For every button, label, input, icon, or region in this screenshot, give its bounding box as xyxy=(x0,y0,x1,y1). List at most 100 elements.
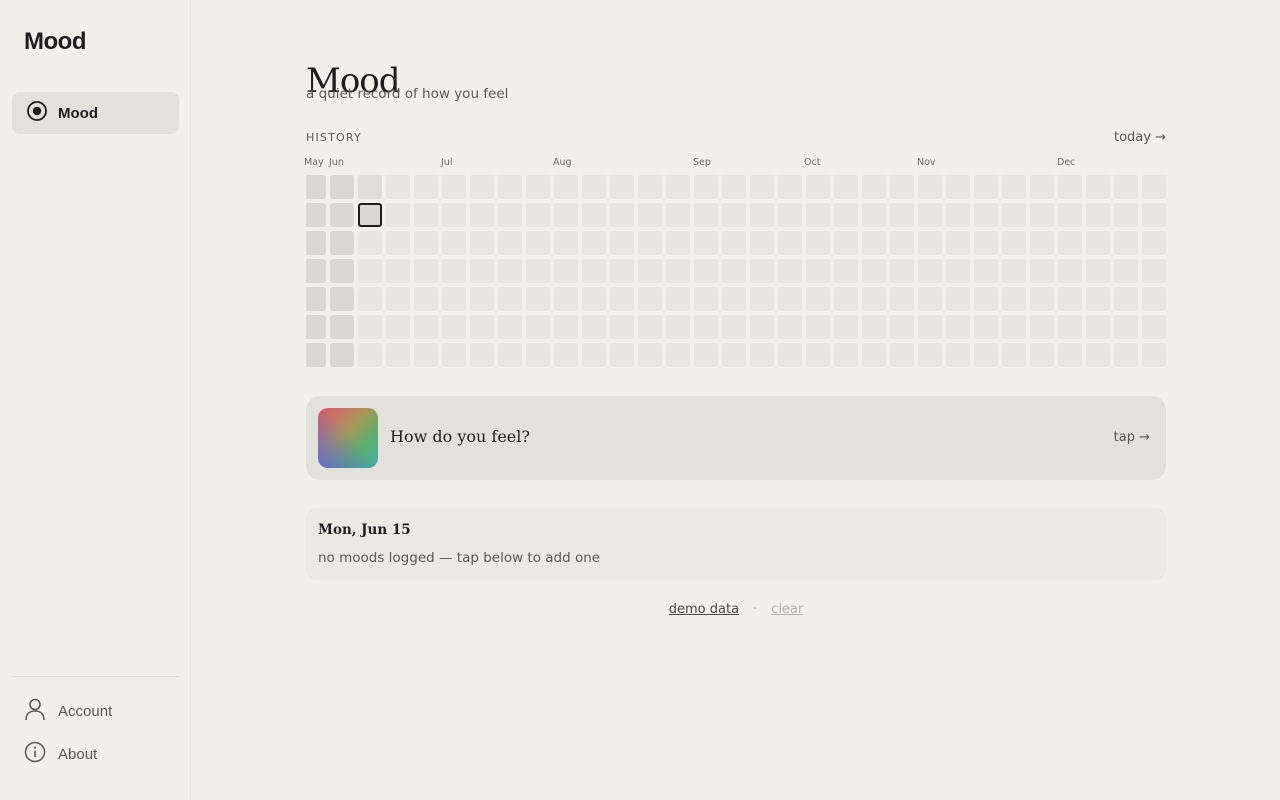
history-cell[interactable] xyxy=(358,287,382,311)
history-cell[interactable] xyxy=(666,315,690,339)
history-cell[interactable] xyxy=(610,315,634,339)
history-cell[interactable] xyxy=(750,315,774,339)
history-cell[interactable] xyxy=(610,203,634,227)
history-cell[interactable] xyxy=(1114,203,1138,227)
history-cell[interactable] xyxy=(806,203,830,227)
history-cell[interactable] xyxy=(638,315,662,339)
history-cell[interactable] xyxy=(1002,231,1026,255)
history-cell[interactable] xyxy=(694,343,718,367)
history-cell[interactable] xyxy=(1086,175,1110,199)
history-cell[interactable] xyxy=(386,343,410,367)
history-cell[interactable] xyxy=(414,231,438,255)
history-cell[interactable] xyxy=(750,259,774,283)
history-cell[interactable] xyxy=(414,259,438,283)
history-cell[interactable] xyxy=(918,175,942,199)
sidebar-link-about[interactable]: About xyxy=(24,741,97,767)
history-cell[interactable] xyxy=(890,259,914,283)
history-cell[interactable] xyxy=(862,287,886,311)
history-cell[interactable] xyxy=(890,175,914,199)
history-cell[interactable] xyxy=(834,175,858,199)
history-cell[interactable] xyxy=(918,343,942,367)
history-cell[interactable] xyxy=(1002,175,1026,199)
history-cell[interactable] xyxy=(1114,259,1138,283)
history-cell[interactable] xyxy=(722,343,746,367)
history-cell[interactable] xyxy=(946,231,970,255)
history-cell[interactable] xyxy=(778,175,802,199)
history-cell[interactable] xyxy=(330,315,354,339)
history-cell[interactable] xyxy=(1086,315,1110,339)
history-cell[interactable] xyxy=(386,259,410,283)
history-cell[interactable] xyxy=(946,203,970,227)
history-cell[interactable] xyxy=(386,203,410,227)
history-cell[interactable] xyxy=(638,287,662,311)
history-cell[interactable] xyxy=(974,175,998,199)
history-cell[interactable] xyxy=(722,259,746,283)
history-cell[interactable] xyxy=(1114,231,1138,255)
history-cell[interactable] xyxy=(554,287,578,311)
history-cell[interactable] xyxy=(582,259,606,283)
history-cell[interactable] xyxy=(414,315,438,339)
history-cell[interactable] xyxy=(358,259,382,283)
history-cell[interactable] xyxy=(1114,343,1138,367)
history-cell[interactable] xyxy=(414,175,438,199)
history-cell[interactable] xyxy=(610,259,634,283)
history-cell[interactable] xyxy=(1142,315,1166,339)
history-cell[interactable] xyxy=(946,343,970,367)
history-cell[interactable] xyxy=(1030,231,1054,255)
history-cell[interactable] xyxy=(890,231,914,255)
history-cell[interactable] xyxy=(414,203,438,227)
history-cell[interactable] xyxy=(582,287,606,311)
history-cell[interactable] xyxy=(610,175,634,199)
history-cell[interactable] xyxy=(526,287,550,311)
history-cell[interactable] xyxy=(330,175,354,199)
history-cell[interactable] xyxy=(442,287,466,311)
history-cell[interactable] xyxy=(1142,203,1166,227)
tap-link[interactable]: tap → xyxy=(1114,430,1150,445)
history-cell[interactable] xyxy=(306,231,326,255)
history-cell[interactable] xyxy=(694,175,718,199)
history-cell[interactable] xyxy=(1002,343,1026,367)
history-cell[interactable] xyxy=(610,287,634,311)
history-cell[interactable] xyxy=(638,259,662,283)
history-cell[interactable] xyxy=(918,287,942,311)
history-cell[interactable] xyxy=(694,231,718,255)
history-cell[interactable] xyxy=(666,203,690,227)
history-cell[interactable] xyxy=(834,231,858,255)
mood-prompt-card[interactable]: How do you feel? tap → xyxy=(306,396,1166,480)
history-cell[interactable] xyxy=(834,343,858,367)
history-cell[interactable] xyxy=(638,343,662,367)
history-cell[interactable] xyxy=(498,315,522,339)
history-cell[interactable] xyxy=(666,343,690,367)
history-cell[interactable] xyxy=(918,231,942,255)
history-cell[interactable] xyxy=(330,287,354,311)
history-cell[interactable] xyxy=(526,175,550,199)
history-cell[interactable] xyxy=(722,203,746,227)
history-cell[interactable] xyxy=(1086,203,1110,227)
history-cell[interactable] xyxy=(722,231,746,255)
history-cell[interactable] xyxy=(834,287,858,311)
history-cell[interactable] xyxy=(666,231,690,255)
history-cell[interactable] xyxy=(526,259,550,283)
history-cell[interactable] xyxy=(1030,287,1054,311)
history-cell[interactable] xyxy=(498,231,522,255)
history-cell[interactable] xyxy=(386,175,410,199)
history-cell[interactable] xyxy=(1114,315,1138,339)
history-cell[interactable] xyxy=(918,315,942,339)
history-cell[interactable] xyxy=(554,203,578,227)
history-cell[interactable] xyxy=(834,259,858,283)
history-cell[interactable] xyxy=(554,259,578,283)
history-cell[interactable] xyxy=(554,343,578,367)
history-cell[interactable] xyxy=(1142,287,1166,311)
history-cell[interactable] xyxy=(1086,231,1110,255)
history-cell[interactable] xyxy=(470,231,494,255)
history-cell[interactable] xyxy=(862,231,886,255)
history-cell[interactable] xyxy=(750,175,774,199)
history-cell[interactable] xyxy=(750,231,774,255)
history-cell[interactable] xyxy=(974,287,998,311)
history-cell[interactable] xyxy=(1142,231,1166,255)
history-cell[interactable] xyxy=(554,315,578,339)
history-cell[interactable] xyxy=(414,287,438,311)
history-cell[interactable] xyxy=(862,203,886,227)
history-cell[interactable] xyxy=(666,287,690,311)
history-cell[interactable] xyxy=(498,175,522,199)
